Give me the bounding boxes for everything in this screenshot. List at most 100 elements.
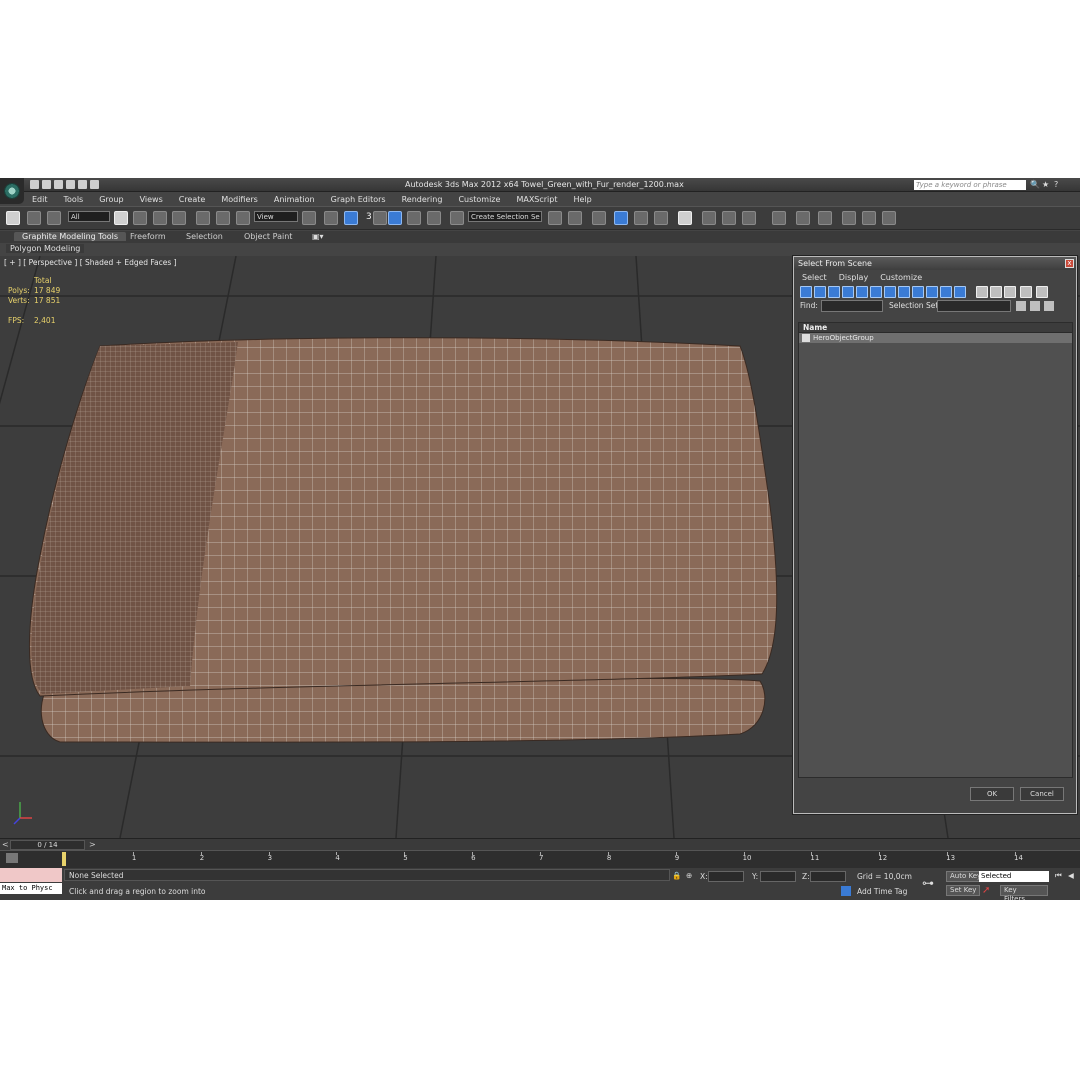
display-shapes-icon[interactable] <box>814 286 826 298</box>
spinner-snap-icon[interactable] <box>427 211 441 225</box>
link-tool-icon[interactable] <box>818 211 832 225</box>
percent-snap-icon[interactable] <box>407 211 421 225</box>
snap-toggle-icon[interactable] <box>373 211 387 225</box>
list-item[interactable]: HeroObjectGroup <box>799 333 1072 343</box>
dialog-menu-display[interactable]: Display <box>839 273 881 284</box>
hierarchy-icon[interactable] <box>862 211 876 225</box>
track-bar[interactable]: 1 2 3 4 5 6 7 8 9 10 11 12 13 14 <box>0 850 1080 868</box>
current-frame-marker[interactable] <box>62 852 66 866</box>
key-icon[interactable]: ➚ <box>982 885 990 896</box>
cancel-button[interactable]: Cancel <box>1020 787 1064 801</box>
keyboard-shortcut-override-icon[interactable] <box>344 211 358 225</box>
subscription-icon[interactable]: ★ <box>1042 180 1051 189</box>
add-time-tag-button[interactable]: Add Time Tag <box>857 887 907 896</box>
save-file-icon[interactable] <box>54 180 63 189</box>
select-object-icon[interactable] <box>114 211 128 225</box>
app-menu-button[interactable] <box>0 178 24 204</box>
extra-tool-icon[interactable] <box>882 211 896 225</box>
menu-animation[interactable]: Animation <box>266 193 323 205</box>
tab-selection[interactable]: Selection <box>186 232 223 241</box>
menu-customize[interactable]: Customize <box>450 193 508 205</box>
select-none-icon[interactable] <box>990 286 1002 298</box>
tab-freeform[interactable]: Freeform <box>130 232 166 241</box>
previous-frame-icon[interactable]: ◀ <box>1068 871 1074 880</box>
pivot-center-icon[interactable] <box>302 211 316 225</box>
menu-tools[interactable]: Tools <box>56 193 92 205</box>
dialog-close-button[interactable]: x <box>1065 259 1074 268</box>
selection-set-dropdown[interactable] <box>937 300 1011 312</box>
set-key-button[interactable]: Set Key <box>946 885 981 896</box>
key-filters-button[interactable]: Key Filters... <box>1000 885 1048 900</box>
dialog-menu-select[interactable]: Select <box>802 273 839 284</box>
display-bones-icon[interactable] <box>912 286 924 298</box>
maxscript-listener-input[interactable] <box>0 868 62 882</box>
display-geometry-icon[interactable] <box>800 286 812 298</box>
selection-filter-dropdown[interactable]: All <box>68 211 110 222</box>
open-file-icon[interactable] <box>42 180 51 189</box>
remove-selection-set-icon[interactable] <box>1044 301 1054 311</box>
undo-icon[interactable] <box>66 180 75 189</box>
scale-icon[interactable] <box>236 211 250 225</box>
display-containers-icon[interactable] <box>926 286 938 298</box>
menu-views[interactable]: Views <box>132 193 171 205</box>
scene-object-list[interactable]: Name HeroObjectGroup <box>798 322 1073 778</box>
schematic-view-icon[interactable] <box>654 211 668 225</box>
x-coordinate-field[interactable] <box>708 871 744 882</box>
display-frozen-icon[interactable] <box>940 286 952 298</box>
menu-help[interactable]: Help <box>566 193 600 205</box>
select-all-icon[interactable] <box>976 286 988 298</box>
y-coordinate-field[interactable] <box>760 871 796 882</box>
save-selection-set-icon[interactable] <box>1016 301 1026 311</box>
populate-icon[interactable] <box>796 211 810 225</box>
move-icon[interactable] <box>196 211 210 225</box>
unlink-icon[interactable] <box>27 211 41 225</box>
named-selection-sets-dropdown[interactable]: Create Selection Se <box>468 211 542 222</box>
menu-graph-editors[interactable]: Graph Editors <box>323 193 394 205</box>
display-cameras-icon[interactable] <box>842 286 854 298</box>
ribbon-options-icon[interactable]: ▣▾ <box>312 232 324 241</box>
curve-editor-icon[interactable] <box>634 211 648 225</box>
display-lights-icon[interactable] <box>828 286 840 298</box>
container-icon[interactable] <box>772 211 786 225</box>
ok-button[interactable]: OK <box>970 787 1014 801</box>
curve-editor-mini-icon[interactable] <box>6 853 18 863</box>
render-production-icon[interactable] <box>742 211 756 225</box>
column-header-name[interactable]: Name <box>799 323 1072 333</box>
menu-maxscript[interactable]: MAXScript <box>508 193 565 205</box>
display-helpers-icon[interactable] <box>856 286 868 298</box>
isolate-icon[interactable] <box>842 211 856 225</box>
rotate-icon[interactable] <box>216 211 230 225</box>
menu-edit[interactable]: Edit <box>24 193 56 205</box>
menu-rendering[interactable]: Rendering <box>394 193 451 205</box>
set-key-mode-icon[interactable]: ⊶ <box>922 876 934 890</box>
menu-create[interactable]: Create <box>171 193 214 205</box>
dialog-menu-customize[interactable]: Customize <box>880 273 934 284</box>
display-xrefs-icon[interactable] <box>898 286 910 298</box>
filter-options-icon[interactable] <box>1036 286 1048 298</box>
viewport-label[interactable]: [ + ] [ Perspective ] [ Shaded + Edged F… <box>4 258 177 267</box>
menu-modifiers[interactable]: Modifiers <box>213 193 266 205</box>
select-and-link-icon[interactable] <box>6 211 20 225</box>
tab-polygon-modeling[interactable]: Polygon Modeling <box>6 244 85 253</box>
z-coordinate-field[interactable] <box>810 871 846 882</box>
help-icon[interactable]: ? <box>1054 180 1063 189</box>
redo-icon[interactable] <box>78 180 87 189</box>
window-crossing-icon[interactable] <box>172 211 186 225</box>
find-input[interactable] <box>821 300 883 312</box>
material-editor-icon[interactable] <box>678 211 692 225</box>
search-input[interactable]: Type a keyword or phrase <box>914 180 1026 190</box>
time-tag-icon[interactable] <box>841 886 851 896</box>
display-hidden-icon[interactable] <box>954 286 966 298</box>
time-slider[interactable]: 0 / 14 <box>10 840 85 850</box>
absolute-mode-icon[interactable]: ⊕ <box>686 871 692 880</box>
render-setup-icon[interactable] <box>702 211 716 225</box>
mirror-icon[interactable] <box>548 211 562 225</box>
menu-group[interactable]: Group <box>91 193 131 205</box>
rendered-frame-window-icon[interactable] <box>722 211 736 225</box>
tab-graphite-modeling-tools[interactable]: Graphite Modeling Tools <box>14 232 127 241</box>
new-file-icon[interactable] <box>30 180 39 189</box>
snap-toggle-label[interactable]: 3 <box>366 212 372 222</box>
load-selection-set-icon[interactable] <box>1030 301 1040 311</box>
bind-to-space-warp-icon[interactable] <box>47 211 61 225</box>
dialog-title-bar[interactable]: Select From Scene x <box>794 257 1076 270</box>
